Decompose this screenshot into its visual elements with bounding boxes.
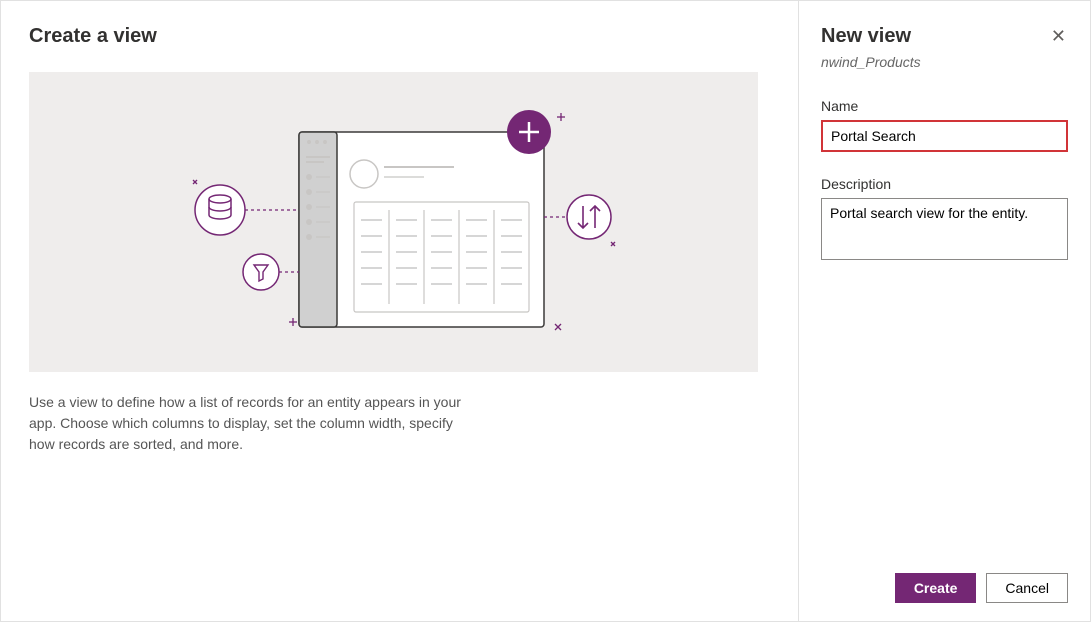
description-label: Description	[821, 176, 1068, 192]
close-button[interactable]: ✕	[1049, 25, 1068, 47]
create-button[interactable]: Create	[895, 573, 977, 603]
cancel-button[interactable]: Cancel	[986, 573, 1068, 603]
description-text: Use a view to define how a list of recor…	[29, 392, 469, 455]
panel-footer: Create Cancel	[821, 573, 1068, 603]
main-panel: Create a view	[1, 1, 798, 621]
page-title: Create a view	[29, 25, 758, 48]
description-input[interactable]	[821, 198, 1068, 260]
illustration	[29, 72, 758, 372]
entity-subtitle: nwind_Products	[821, 54, 1068, 70]
name-label: Name	[821, 98, 1068, 114]
name-input[interactable]	[821, 120, 1068, 152]
side-panel: New view ✕ nwind_Products Name Descripti…	[798, 1, 1090, 621]
panel-title: New view	[821, 25, 911, 48]
close-icon: ✕	[1051, 26, 1066, 46]
view-illustration-svg	[169, 102, 619, 342]
